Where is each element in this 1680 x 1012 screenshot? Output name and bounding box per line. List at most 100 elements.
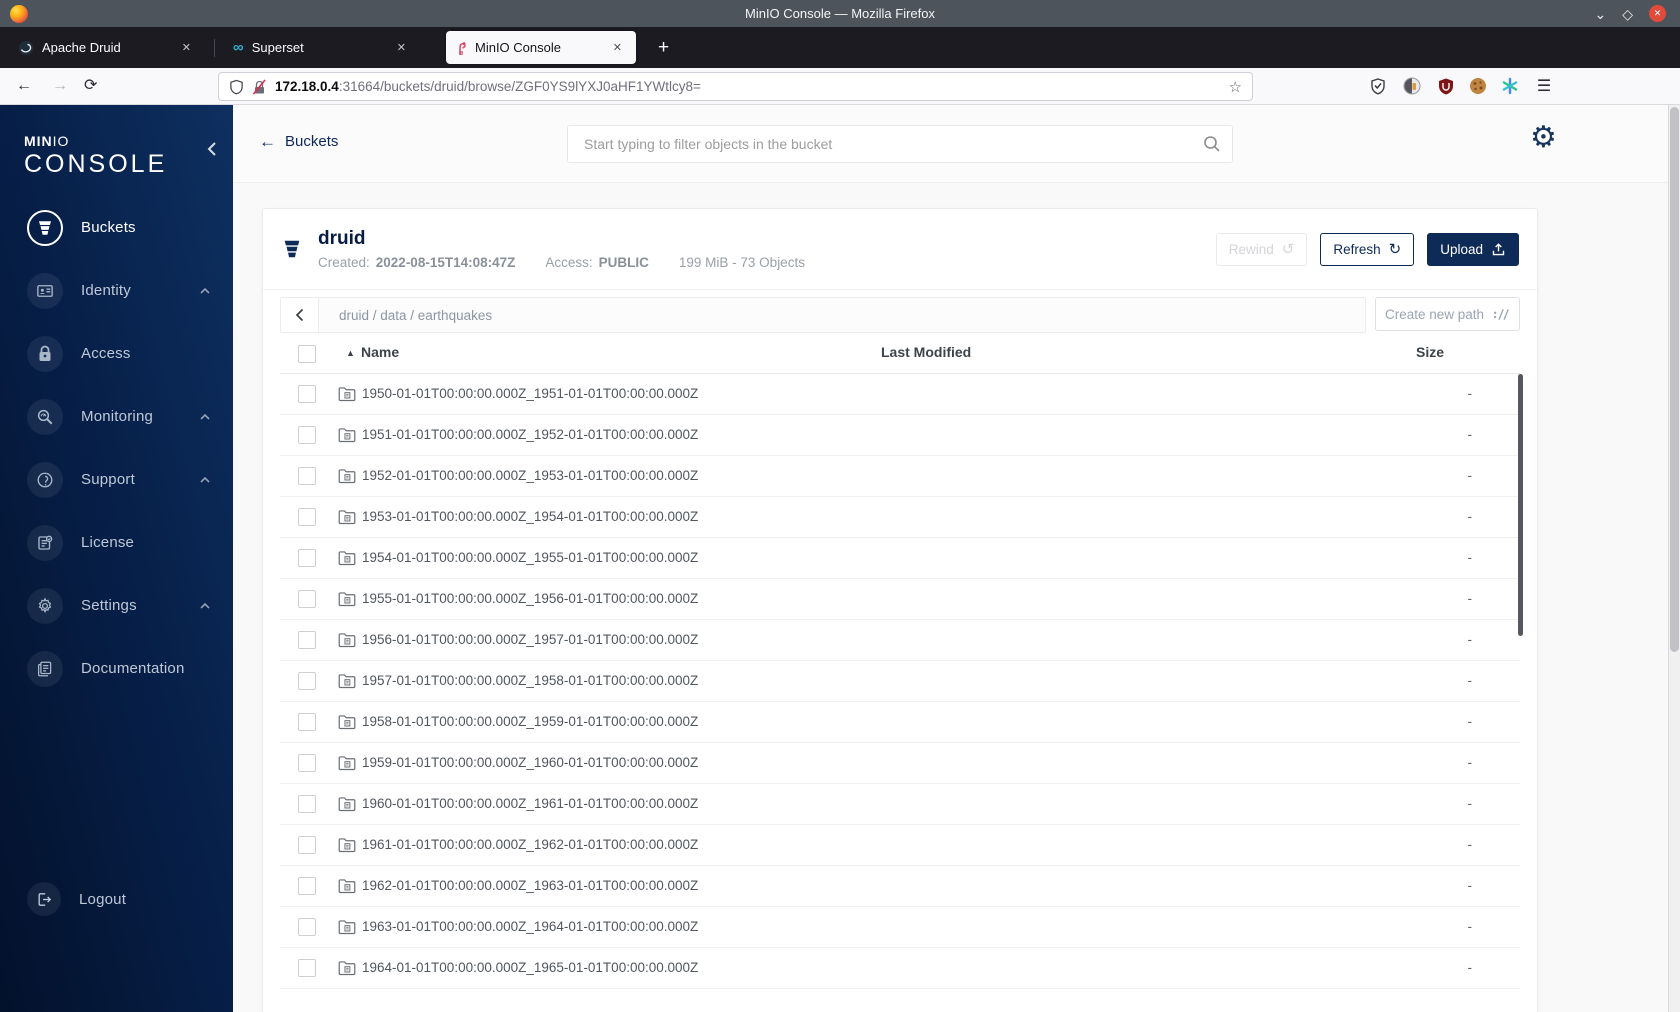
upload-button[interactable]: Upload bbox=[1427, 232, 1519, 266]
table-row[interactable]: 1963-01-01T00:00:00.000Z_1964-01-01T00:0… bbox=[280, 907, 1520, 948]
chevron-up-icon[interactable] bbox=[199, 476, 211, 484]
window-close-button[interactable]: ✕ bbox=[1649, 5, 1666, 22]
tab-close-icon[interactable]: ✕ bbox=[609, 39, 626, 56]
tab-apache-druid[interactable]: Apache Druid ✕ bbox=[8, 31, 205, 64]
table-row[interactable]: 1957-01-01T00:00:00.000Z_1958-01-01T00:0… bbox=[280, 661, 1520, 702]
object-name[interactable]: 1954-01-01T00:00:00.000Z_1955-01-01T00:0… bbox=[362, 550, 698, 565]
menu-hamburger-icon[interactable]: ☰ bbox=[1534, 76, 1554, 96]
row-checkbox[interactable] bbox=[298, 754, 316, 772]
object-name[interactable]: 1959-01-01T00:00:00.000Z_1960-01-01T00:0… bbox=[362, 755, 698, 770]
row-checkbox[interactable] bbox=[298, 918, 316, 936]
sidebar-item-identity[interactable]: Identity bbox=[0, 259, 233, 322]
object-name[interactable]: 1957-01-01T00:00:00.000Z_1958-01-01T00:0… bbox=[362, 673, 698, 688]
minio-logo: MINIO CONSOLE bbox=[24, 133, 167, 179]
row-checkbox[interactable] bbox=[298, 877, 316, 895]
row-checkbox[interactable] bbox=[298, 467, 316, 485]
sidebar-item-support[interactable]: Support bbox=[0, 448, 233, 511]
forward-icon[interactable]: → bbox=[52, 76, 68, 96]
row-checkbox[interactable] bbox=[298, 508, 316, 526]
reload-icon[interactable]: ⟳ bbox=[84, 76, 97, 96]
object-name[interactable]: 1952-01-01T00:00:00.000Z_1953-01-01T00:0… bbox=[362, 468, 698, 483]
shield-permissions-icon[interactable] bbox=[229, 79, 244, 95]
extension-mask-icon[interactable] bbox=[1402, 76, 1422, 96]
table-row[interactable]: 1962-01-01T00:00:00.000Z_1963-01-01T00:0… bbox=[280, 866, 1520, 907]
filter-objects-input[interactable] bbox=[567, 125, 1233, 163]
create-new-path-button[interactable]: Create new path bbox=[1375, 297, 1520, 331]
row-checkbox[interactable] bbox=[298, 672, 316, 690]
url-bar[interactable]: 172.18.0.4:31664/buckets/druid/browse/ZG… bbox=[218, 72, 1253, 101]
new-tab-button[interactable]: + bbox=[652, 38, 675, 57]
object-name[interactable]: 1956-01-01T00:00:00.000Z_1957-01-01T00:0… bbox=[362, 632, 698, 647]
extension-ublock-icon[interactable] bbox=[1436, 76, 1456, 96]
object-name[interactable]: 1955-01-01T00:00:00.000Z_1956-01-01T00:0… bbox=[362, 591, 698, 606]
url-text[interactable]: 172.18.0.4:31664/buckets/druid/browse/ZG… bbox=[275, 79, 701, 94]
object-name[interactable]: 1963-01-01T00:00:00.000Z_1964-01-01T00:0… bbox=[362, 919, 698, 934]
chevron-up-icon[interactable] bbox=[199, 602, 211, 610]
window-maximize-icon[interactable]: ◇ bbox=[1622, 7, 1633, 21]
table-row[interactable]: 1961-01-01T00:00:00.000Z_1962-01-01T00:0… bbox=[280, 825, 1520, 866]
object-name[interactable]: 1962-01-01T00:00:00.000Z_1963-01-01T00:0… bbox=[362, 878, 698, 893]
object-name[interactable]: 1951-01-01T00:00:00.000Z_1952-01-01T00:0… bbox=[362, 427, 698, 442]
object-name[interactable]: 1958-01-01T00:00:00.000Z_1959-01-01T00:0… bbox=[362, 714, 698, 729]
sidebar-item-settings[interactable]: Settings bbox=[0, 574, 233, 637]
row-checkbox[interactable] bbox=[298, 590, 316, 608]
object-name[interactable]: 1950-01-01T00:00:00.000Z_1951-01-01T00:0… bbox=[362, 386, 698, 401]
column-header-name[interactable]: Name bbox=[361, 344, 399, 360]
sidebar-item-logout[interactable]: Logout bbox=[0, 875, 233, 923]
object-name[interactable]: 1961-01-01T00:00:00.000Z_1962-01-01T00:0… bbox=[362, 837, 698, 852]
table-row[interactable]: 1964-01-01T00:00:00.000Z_1965-01-01T00:0… bbox=[280, 948, 1520, 989]
window-minimize-icon[interactable]: ⌄ bbox=[1594, 7, 1606, 21]
sidebar-item-buckets[interactable]: Buckets bbox=[0, 196, 233, 259]
tab-close-icon[interactable]: ✕ bbox=[178, 39, 195, 56]
sidebar-item-documentation[interactable]: Documentation bbox=[0, 637, 233, 700]
table-row[interactable]: 1952-01-01T00:00:00.000Z_1953-01-01T00:0… bbox=[280, 456, 1520, 497]
object-name[interactable]: 1953-01-01T00:00:00.000Z_1954-01-01T00:0… bbox=[362, 509, 698, 524]
breadcrumb[interactable]: druid / data / earthquakes bbox=[319, 298, 492, 332]
table-row[interactable]: 1954-01-01T00:00:00.000Z_1955-01-01T00:0… bbox=[280, 538, 1520, 579]
table-row[interactable]: 1950-01-01T00:00:00.000Z_1951-01-01T00:0… bbox=[280, 374, 1520, 415]
sidebar-collapse-icon[interactable] bbox=[207, 141, 217, 157]
table-row[interactable]: 1956-01-01T00:00:00.000Z_1957-01-01T00:0… bbox=[280, 620, 1520, 661]
tab-minio-console[interactable]: MinIO Console ✕ bbox=[446, 31, 636, 64]
extension-sparkle-icon[interactable] bbox=[1500, 76, 1520, 96]
row-checkbox[interactable] bbox=[298, 836, 316, 854]
sidebar-item-access[interactable]: Access bbox=[0, 322, 233, 385]
bookmark-star-icon[interactable]: ☆ bbox=[1229, 78, 1242, 96]
table-row[interactable]: 1959-01-01T00:00:00.000Z_1960-01-01T00:0… bbox=[280, 743, 1520, 784]
row-checkbox[interactable] bbox=[298, 713, 316, 731]
refresh-button[interactable]: Refresh ↻ bbox=[1320, 232, 1415, 266]
table-row[interactable]: 1960-01-01T00:00:00.000Z_1961-01-01T00:0… bbox=[280, 784, 1520, 825]
table-row[interactable]: 1958-01-01T00:00:00.000Z_1959-01-01T00:0… bbox=[280, 702, 1520, 743]
page-scrollbar[interactable] bbox=[1668, 105, 1680, 1012]
browse-controls-row: druid / data / earthquakes Create new pa… bbox=[280, 297, 1520, 333]
chevron-up-icon[interactable] bbox=[199, 287, 211, 295]
breadcrumb-back-button[interactable] bbox=[281, 298, 319, 332]
console-settings-gear-icon[interactable]: ⚙ bbox=[1530, 123, 1557, 153]
back-icon[interactable]: ← bbox=[16, 76, 32, 96]
row-checkbox[interactable] bbox=[298, 959, 316, 977]
extension-cookie-icon[interactable] bbox=[1468, 76, 1488, 96]
object-name[interactable]: 1964-01-01T00:00:00.000Z_1965-01-01T00:0… bbox=[362, 960, 698, 975]
buckets-back-link[interactable]: ← Buckets bbox=[259, 133, 338, 150]
rewind-button[interactable]: Rewind ↺ bbox=[1215, 232, 1308, 266]
sidebar-item-label: Logout bbox=[79, 890, 127, 908]
row-checkbox[interactable] bbox=[298, 631, 316, 649]
table-row[interactable]: 1951-01-01T00:00:00.000Z_1952-01-01T00:0… bbox=[280, 415, 1520, 456]
sidebar-item-monitoring[interactable]: Monitoring bbox=[0, 385, 233, 448]
row-checkbox[interactable] bbox=[298, 385, 316, 403]
object-name[interactable]: 1960-01-01T00:00:00.000Z_1961-01-01T00:0… bbox=[362, 796, 698, 811]
row-checkbox[interactable] bbox=[298, 549, 316, 567]
page-scrollbar-thumb[interactable] bbox=[1670, 107, 1679, 652]
table-row[interactable]: 1953-01-01T00:00:00.000Z_1954-01-01T00:0… bbox=[280, 497, 1520, 538]
insecure-lock-icon[interactable] bbox=[252, 78, 267, 95]
tab-close-icon[interactable]: ✕ bbox=[393, 39, 410, 56]
tab-superset[interactable]: ∞ Superset ✕ bbox=[223, 31, 420, 64]
sidebar-item-license[interactable]: License bbox=[0, 511, 233, 574]
row-checkbox[interactable] bbox=[298, 795, 316, 813]
row-checkbox[interactable] bbox=[298, 426, 316, 444]
table-scrollbar-thumb[interactable] bbox=[1518, 374, 1523, 636]
table-row[interactable]: 1955-01-01T00:00:00.000Z_1956-01-01T00:0… bbox=[280, 579, 1520, 620]
chevron-up-icon[interactable] bbox=[199, 413, 211, 421]
select-all-checkbox[interactable] bbox=[298, 345, 316, 363]
extension-shield-check-icon[interactable] bbox=[1368, 76, 1388, 96]
